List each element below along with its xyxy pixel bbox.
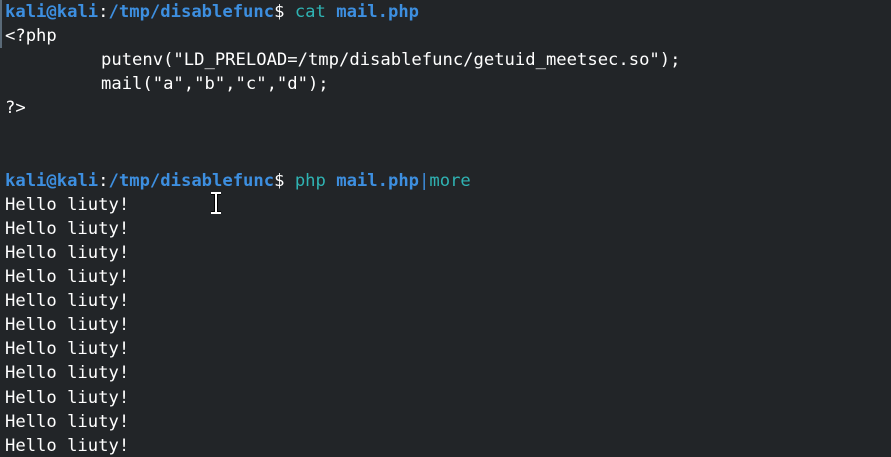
output-line: Hello liuty!	[5, 315, 130, 336]
output-line: Hello liuty!	[5, 194, 130, 215]
pipe-command: more	[429, 170, 471, 191]
prompt-symbol: $	[274, 170, 285, 191]
file-line: ?>	[5, 98, 26, 119]
output-line: Hello liuty!	[5, 267, 130, 288]
file-line-text: mail("a","b","c","d");	[101, 74, 329, 95]
prompt-line-php: kali@kali:/tmp/disablefunc$ php mail.php…	[5, 169, 891, 193]
file-line: putenv("LD_PRELOAD=/tmp/disablefunc/getu…	[5, 48, 891, 72]
output-line: Hello liuty!	[5, 339, 130, 360]
prompt-host: kali	[56, 170, 99, 191]
prompt-colon: :	[98, 170, 109, 191]
selection-edge-marker	[0, 0, 2, 48]
terminal-window[interactable]: kali@kali:/tmp/disablefunc$ cat mail.php…	[0, 0, 891, 457]
output-line: Hello liuty!	[5, 363, 130, 384]
file-line: mail("a","b","c","d");	[5, 72, 891, 96]
output-line: Hello liuty!	[5, 411, 130, 432]
command-name: cat	[294, 2, 326, 22]
prompt-line-cat: kali@kali:/tmp/disablefunc$ cat mail.php	[5, 0, 891, 24]
prompt-user: kali	[5, 170, 47, 191]
prompt-path: /tmp/disablefunc	[108, 2, 275, 22]
prompt-at: @	[46, 170, 57, 191]
prompt-user: kali	[5, 2, 47, 22]
prompt-colon: :	[98, 2, 109, 22]
output-line: Hello liuty!	[5, 242, 130, 263]
i-beam-text-cursor-icon	[211, 192, 221, 214]
command-argument: mail.php	[336, 170, 420, 191]
output-line: Hello liuty!	[5, 435, 130, 456]
output-line: Hello liuty!	[5, 218, 130, 239]
output-line: Hello liuty!	[5, 387, 130, 408]
output-line: Hello liuty!	[5, 291, 130, 312]
prompt-path: /tmp/disablefunc	[108, 170, 275, 191]
prompt-at: @	[46, 2, 57, 22]
prompt-symbol: $	[274, 2, 285, 22]
pipe-symbol: |	[419, 170, 430, 191]
file-line-text: putenv("LD_PRELOAD=/tmp/disablefunc/getu…	[101, 50, 681, 71]
command-name: php	[294, 170, 326, 191]
prompt-host: kali	[56, 2, 99, 22]
file-line: <?php	[5, 26, 57, 47]
command-argument: mail.php	[336, 2, 420, 22]
